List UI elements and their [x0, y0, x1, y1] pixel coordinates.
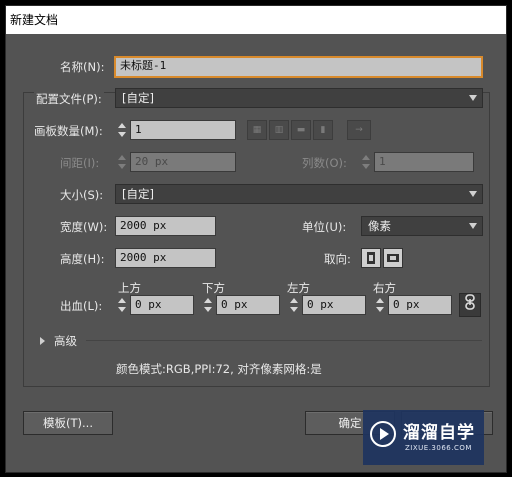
chevron-down-icon: [469, 191, 477, 197]
profile-label: 配置文件(P):: [34, 91, 104, 107]
spacing-stepper[interactable]: [116, 152, 128, 172]
bleed-right-stepper[interactable]: [374, 295, 386, 315]
landscape-icon[interactable]: [383, 248, 403, 268]
advanced-toggle[interactable]: 高级: [54, 333, 77, 349]
bleed-label: 出血(L):: [60, 299, 103, 313]
profile-value: [自定]: [122, 91, 154, 105]
chevron-down-icon: [469, 223, 477, 229]
portrait-icon[interactable]: [361, 248, 381, 268]
grid-by-column-icon[interactable]: ▥: [269, 120, 289, 140]
bleed-top-stepper[interactable]: [116, 295, 128, 315]
chevron-down-icon: [469, 95, 477, 101]
columns-label: 列数(O):: [302, 156, 347, 170]
artboards-input[interactable]: 1: [130, 120, 236, 140]
orientation-label: 取向:: [324, 252, 351, 266]
color-mode-info: 颜色模式:RGB,PPI:72, 对齐像素网格:是: [116, 362, 322, 376]
dialog-title: 新建文档: [6, 6, 506, 34]
units-dropdown[interactable]: 像素: [361, 216, 483, 236]
expand-triangle-icon[interactable]: [40, 337, 45, 345]
name-input[interactable]: 未标题-1: [114, 56, 483, 78]
watermark-logo: 溜溜自学 ZIXUE.3066.COM: [363, 410, 484, 465]
bleed-left-label: 左方: [287, 281, 310, 295]
spacing-input[interactable]: 20 px: [130, 152, 236, 172]
profile-dropdown[interactable]: [自定]: [115, 88, 483, 108]
arrange-row-icon[interactable]: ▬: [291, 120, 311, 140]
height-input[interactable]: 2000 px: [115, 248, 216, 268]
size-dropdown[interactable]: [自定]: [115, 184, 483, 204]
templates-button[interactable]: 模板(T)...: [23, 411, 113, 435]
right-to-left-icon[interactable]: →: [347, 120, 371, 140]
bleed-top-label: 上方: [118, 281, 141, 295]
play-icon: [370, 421, 396, 447]
spacing-label: 间距(I):: [60, 156, 100, 170]
watermark-brand: 溜溜自学: [403, 423, 475, 443]
bleed-bottom-stepper[interactable]: [202, 295, 214, 315]
columns-stepper[interactable]: [360, 152, 372, 172]
new-document-dialog: 新建文档 名称(N): 未标题-1 配置文件(P): [自定] 画板数量(M):…: [5, 5, 507, 473]
units-label: 单位(U):: [302, 220, 347, 234]
watermark-url: ZIXUE.3066.COM: [405, 444, 472, 452]
size-value: [自定]: [122, 187, 154, 201]
bleed-left-stepper[interactable]: [288, 295, 300, 315]
link-chain-icon[interactable]: [459, 293, 481, 317]
columns-input[interactable]: 1: [374, 152, 474, 172]
units-value: 像素: [368, 219, 391, 233]
advanced-divider: [86, 340, 482, 341]
bleed-bottom-label: 下方: [202, 281, 225, 295]
grid-by-row-icon[interactable]: ▦: [247, 120, 267, 140]
bleed-bottom-input[interactable]: 0 px: [216, 295, 280, 315]
bleed-right-label: 右方: [373, 281, 396, 295]
bleed-top-input[interactable]: 0 px: [130, 295, 194, 315]
width-label: 宽度(W):: [60, 220, 108, 234]
artboards-stepper[interactable]: [116, 120, 128, 140]
bleed-left-input[interactable]: 0 px: [302, 295, 366, 315]
bleed-right-input[interactable]: 0 px: [388, 295, 452, 315]
name-label: 名称(N):: [60, 60, 105, 74]
size-label: 大小(S):: [60, 188, 104, 202]
artboards-label: 画板数量(M):: [34, 124, 103, 138]
height-label: 高度(H):: [60, 252, 105, 266]
width-input[interactable]: 2000 px: [115, 216, 216, 236]
arrange-column-icon[interactable]: ▮: [313, 120, 333, 140]
